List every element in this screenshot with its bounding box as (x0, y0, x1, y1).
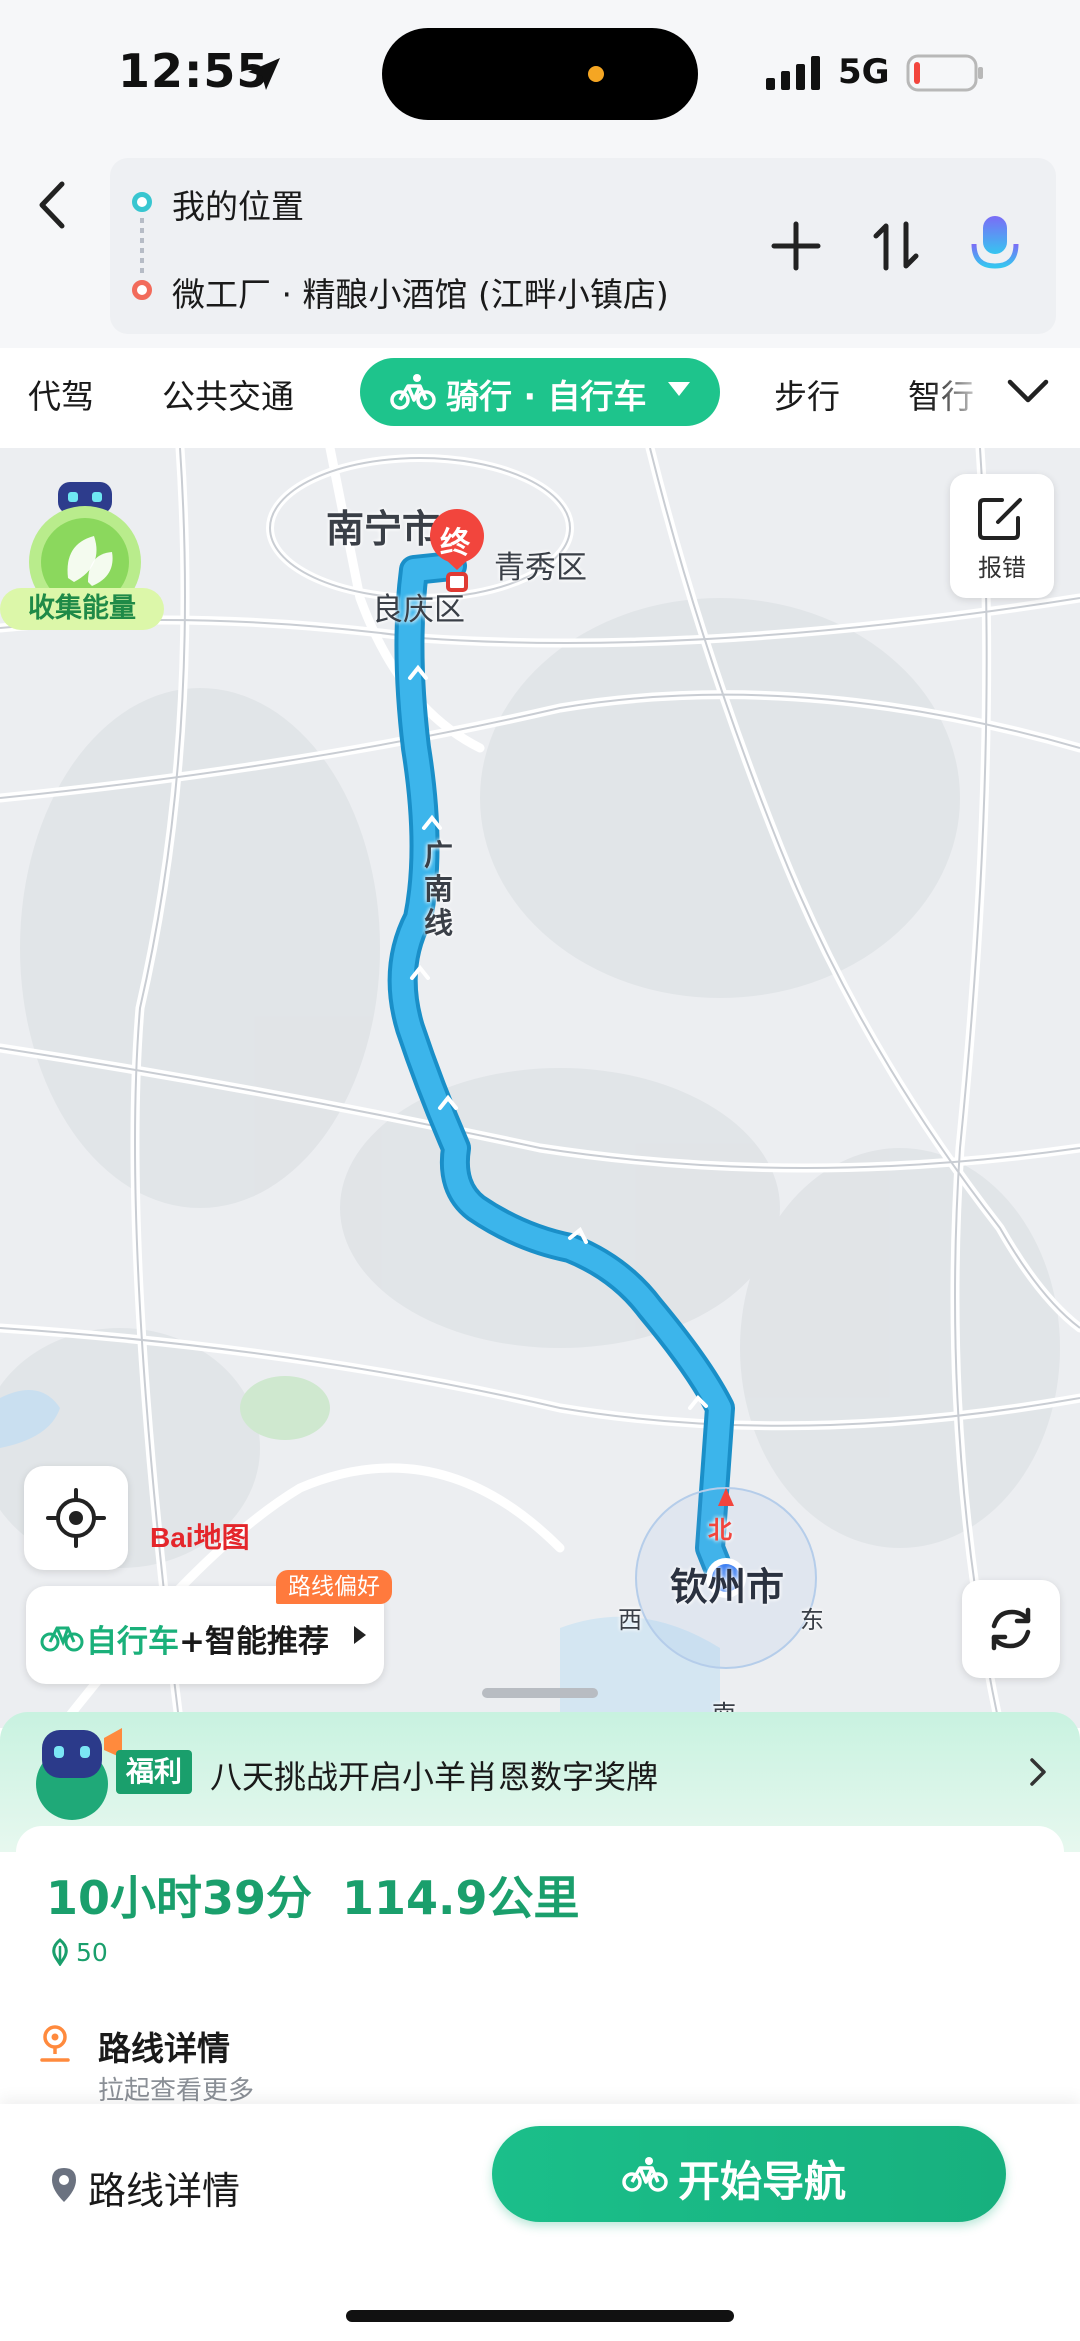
route-preference-badge: 路线偏好 (276, 1570, 392, 1604)
tab-designated-driver[interactable]: 代驾 (28, 370, 94, 418)
home-indicator[interactable] (346, 2310, 734, 2322)
route-preference-label: 自行车+智能推荐 (86, 1616, 329, 1661)
triangle-right-icon (354, 1626, 366, 1644)
end-point-icon (132, 280, 152, 300)
route-duration: 10小时39分 (46, 1871, 313, 1925)
edit-report-icon (978, 498, 1022, 540)
sheet-drag-handle[interactable] (482, 1688, 598, 1698)
route-connector (140, 218, 144, 274)
start-point-icon (132, 192, 152, 212)
caret-down-icon (668, 382, 690, 396)
route-detail-label: 路线详情 (88, 2169, 241, 2213)
route-detail-subtitle: 拉起查看更多 (98, 2076, 255, 2106)
refresh-icon (991, 1607, 1031, 1651)
active-mode-label: 骑行 · 自行车 (446, 377, 647, 416)
promo-text: 八天挑战开启小羊肖恩数字奖牌 (210, 1758, 659, 1796)
bicycle-nav-icon (622, 2157, 668, 2192)
dynamic-island (382, 28, 698, 120)
route-pin-icon (40, 2025, 70, 2062)
plus-text: + (179, 1624, 205, 1660)
chevron-right-icon (1030, 1758, 1046, 1786)
baidu-map-logo: Bai地图 (150, 1522, 250, 1553)
map-pin-icon (52, 2168, 76, 2202)
network-type: 5G (838, 52, 890, 92)
report-error-label: 报错 (978, 554, 1026, 582)
privacy-indicator (588, 66, 604, 82)
bicycle-outline-icon (40, 1626, 84, 1652)
energy-reward-value: 50 (76, 1938, 108, 1967)
add-waypoint-icon[interactable] (766, 216, 826, 276)
energy-leaf-icon (52, 1938, 68, 1966)
crosshair-icon (46, 1488, 106, 1548)
microphone-icon[interactable] (964, 212, 1026, 282)
bicycle-icon (390, 374, 436, 410)
city-label-qinzhou: 钦州市 (670, 1565, 785, 1609)
tab-public-transit[interactable]: 公共交通 (162, 370, 294, 418)
signal-icon (766, 56, 820, 90)
bike-mode-text: 自行车 (86, 1624, 179, 1660)
compass-north: 北 (708, 1516, 732, 1544)
battery-low-icon (906, 54, 983, 92)
promo-tag: 福利 (116, 1750, 193, 1794)
start-location-field[interactable]: 我的位置 (172, 180, 304, 228)
location-arrow-icon (248, 58, 280, 90)
route-distance: 114.9公里 (342, 1871, 580, 1925)
chevron-down-icon[interactable] (1006, 376, 1050, 406)
tab-fade (930, 348, 990, 438)
compass-west: 西 (618, 1606, 642, 1634)
back-icon[interactable] (30, 170, 74, 240)
collect-energy-button[interactable]: 收集能量 (0, 588, 164, 630)
road-label-guangnan: 广南线 (424, 838, 454, 940)
robot-mascot-icon (36, 1728, 122, 1820)
smart-recommend-text: 智能推荐 (204, 1624, 329, 1660)
swap-icon[interactable] (866, 216, 926, 276)
start-navigation-label: 开始导航 (678, 2157, 847, 2206)
end-marker-label: 终 (440, 526, 470, 561)
route-detail-title: 路线详情 (98, 2029, 230, 2068)
compass-east: 东 (800, 1606, 824, 1634)
district-label-qingxiu: 青秀区 (494, 550, 587, 586)
tab-walking[interactable]: 步行 (774, 370, 840, 418)
destination-field[interactable]: 微工厂 · 精酿小酒馆 (江畔小镇店) (172, 268, 669, 316)
